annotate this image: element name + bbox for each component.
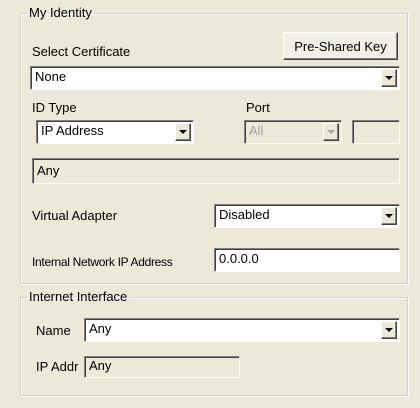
select-certificate-label: Select Certificate <box>32 44 131 59</box>
virtual-adapter-select[interactable]: Disabled <box>214 204 400 228</box>
virtual-adapter-label: Virtual Adapter <box>32 208 118 223</box>
name-label: Name <box>36 323 71 338</box>
port-select: All <box>244 120 342 144</box>
interface-name-value: Any <box>89 321 112 336</box>
ip-addr-label: IP Addr <box>36 359 79 374</box>
chevron-down-icon[interactable] <box>381 207 397 225</box>
interface-name-select[interactable]: Any <box>84 318 400 342</box>
vpn-identity-panel: My Identity Select Certificate Pre-Share… <box>0 0 420 408</box>
id-value-field: Any <box>32 158 400 184</box>
chevron-down-icon <box>323 123 339 141</box>
port-label: Port <box>246 100 270 115</box>
chevron-down-icon[interactable] <box>381 69 397 87</box>
internal-ip-label: Internal Network IP Address <box>32 255 173 269</box>
chevron-down-icon[interactable] <box>175 123 191 141</box>
id-type-label: ID Type <box>32 100 77 115</box>
pre-shared-key-button[interactable]: Pre-Shared Key <box>283 32 398 60</box>
port-value: All <box>249 123 264 138</box>
port-number-field <box>352 120 400 144</box>
internet-interface-legend: Internet Interface <box>29 289 128 304</box>
certificate-select[interactable]: None <box>30 66 400 90</box>
internal-ip-input[interactable]: 0.0.0.0 <box>214 248 400 272</box>
chevron-down-icon[interactable] <box>381 321 397 339</box>
id-type-value: IP Address <box>41 123 104 138</box>
id-type-select[interactable]: IP Address <box>36 120 194 144</box>
certificate-value: None <box>35 69 67 84</box>
virtual-adapter-value: Disabled <box>219 207 270 222</box>
my-identity-legend: My Identity <box>29 5 92 20</box>
internet-interface-group: Internet Interface <box>20 290 408 396</box>
ip-addr-field: Any <box>84 356 240 378</box>
